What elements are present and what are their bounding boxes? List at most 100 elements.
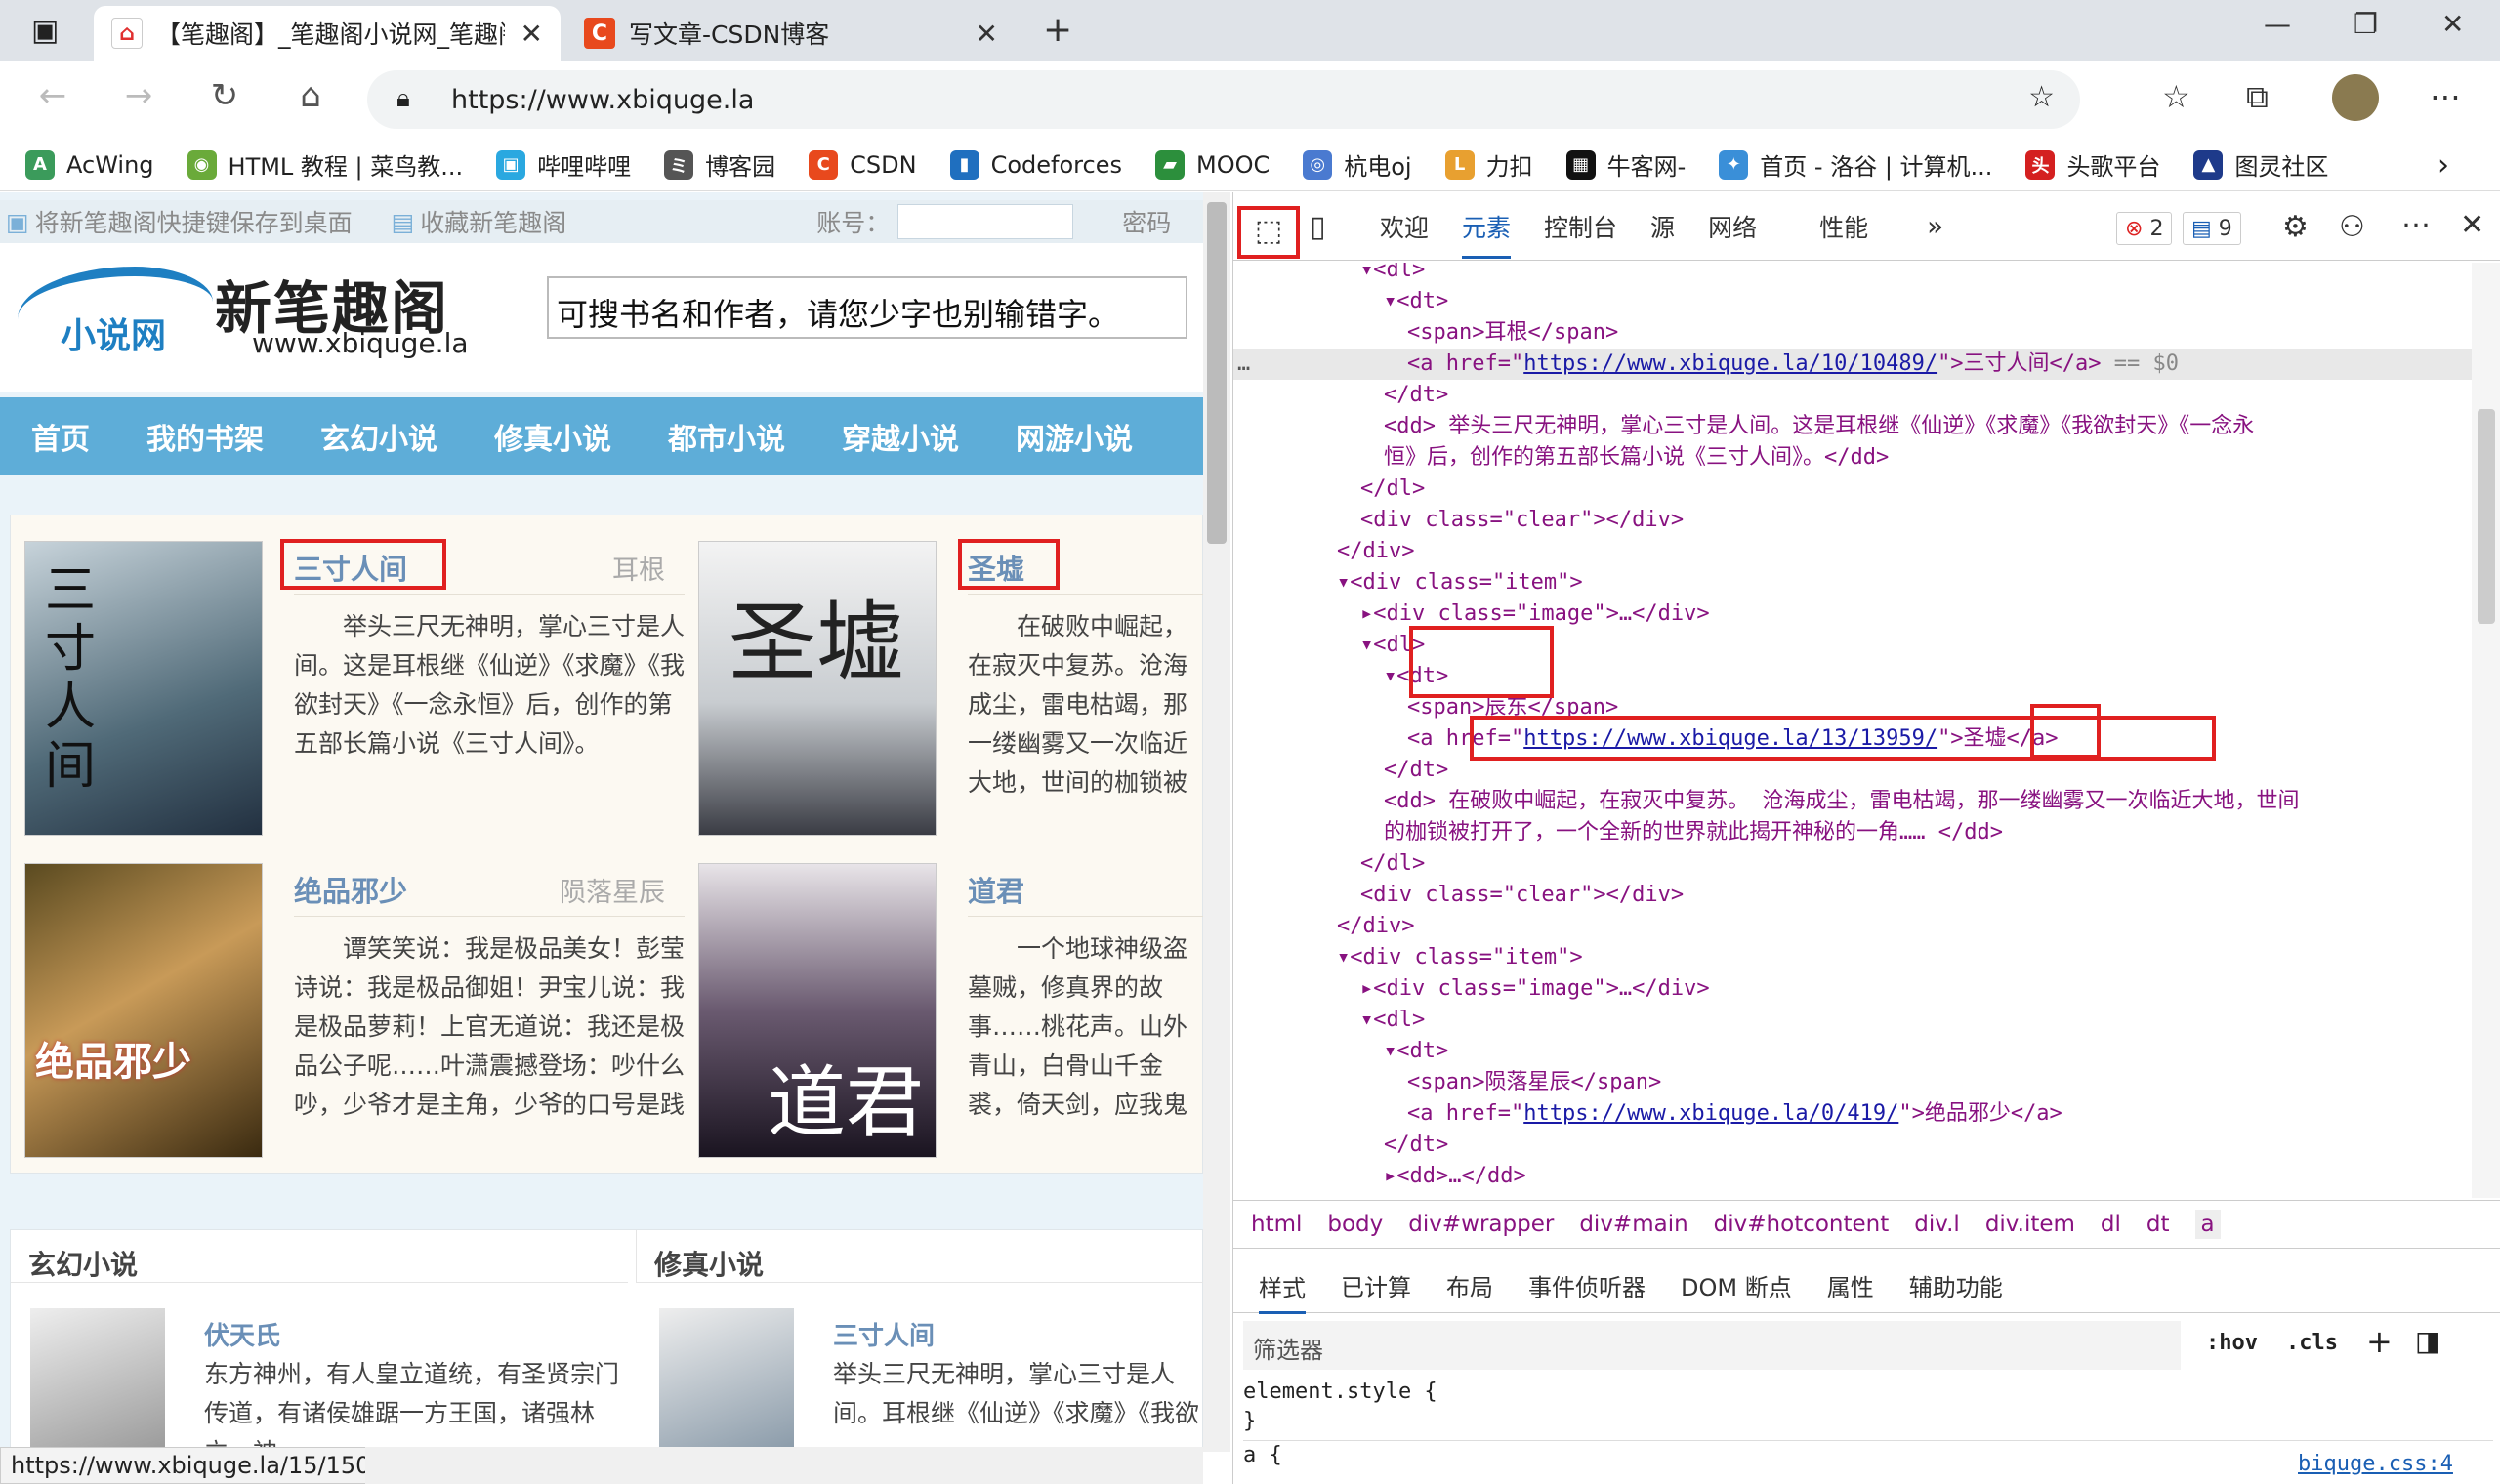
dom-node-line[interactable]: ▾<dl> <box>1233 263 2472 286</box>
dom-node-line[interactable]: <div class="clear"></div> <box>1233 505 2472 536</box>
tab-performance[interactable]: 性能 <box>1819 209 1868 244</box>
dom-node-line[interactable]: 恒》后，创作的第五部长篇小说《三寸人间》。</dd> <box>1233 442 2472 474</box>
dom-node-line[interactable]: <dd> 举头三尺无神明，掌心三寸是人间。这是耳根继《仙逆》《求魔》《我欲封天》… <box>1233 411 2472 442</box>
tab-computed[interactable]: 已计算 <box>1341 1268 1411 1302</box>
dom-node-line[interactable]: </div> <box>1233 911 2472 942</box>
account-input[interactable] <box>897 204 1074 239</box>
dom-node-line[interactable]: <div class="clear"></div> <box>1233 880 2472 911</box>
menu-wangyou[interactable]: 网游小说 <box>1016 415 1133 458</box>
close-tab-icon[interactable]: ✕ <box>960 18 998 50</box>
more-options-icon[interactable]: ⋯ <box>2401 208 2431 242</box>
dom-node-line[interactable]: </dl> <box>1233 474 2472 505</box>
menu-xiuzhen[interactable]: 修真小说 <box>494 415 611 458</box>
dom-node-line[interactable]: ▸<dd>…</dd> <box>1233 1161 2472 1192</box>
scroll-thumb[interactable] <box>2478 409 2495 624</box>
dom-href-link[interactable]: https://www.xbiquge.la/10/10489/ <box>1523 351 1938 376</box>
sidebar-toggle-icon[interactable]: ◨ <box>2415 1325 2440 1357</box>
book-cover[interactable]: 圣墟 <box>698 541 937 836</box>
section-book-title[interactable]: 伏天氏 <box>204 1316 280 1352</box>
add-favorite-link[interactable]: 收藏新笔趣阁 <box>420 204 566 239</box>
dom-scrollbar[interactable] <box>2472 263 2500 1198</box>
breadcrumb-item[interactable]: html <box>1251 1212 1302 1237</box>
bookmark-cnblogs[interactable]: ミ博客园 <box>664 147 775 182</box>
dom-node-line[interactable]: ▾<dt> <box>1233 1036 2472 1067</box>
breadcrumb-item[interactable]: div#wrapper <box>1408 1212 1554 1237</box>
tab-layout[interactable]: 布局 <box>1446 1268 1493 1302</box>
back-button[interactable]: ← <box>29 76 76 115</box>
add-favorite-icon[interactable]: ☆ <box>2028 80 2055 114</box>
dom-node-line[interactable]: ▸<div class="image">…</div> <box>1233 973 2472 1005</box>
bookmark-ituring[interactable]: ▲ 图灵社区 <box>2193 147 2328 182</box>
tab-sources[interactable]: 源 <box>1650 209 1675 244</box>
styles-filter-input[interactable]: 筛选器 <box>1243 1321 2181 1370</box>
refresh-button[interactable]: ↻ <box>201 76 248 115</box>
profile-avatar[interactable] <box>2332 74 2379 121</box>
dom-node-line[interactable]: </div> <box>1233 536 2472 567</box>
breadcrumb-item[interactable]: dt <box>2146 1212 2170 1237</box>
section-title[interactable]: 玄幻小说 <box>11 1230 628 1283</box>
bookmark-educoder[interactable]: 头头歌平台 <box>2025 147 2160 182</box>
home-button[interactable]: ⌂ <box>287 76 334 115</box>
tab-network[interactable]: 网络 <box>1708 209 1757 244</box>
breadcrumb-item[interactable]: div#hotcontent <box>1714 1212 1890 1237</box>
page-h-scrollbar[interactable] <box>365 1447 1203 1484</box>
device-toggle-icon[interactable]: ▯ <box>1310 210 1326 244</box>
section-cover[interactable] <box>30 1308 165 1452</box>
more-icon[interactable]: ⋯ <box>2430 78 2461 115</box>
save-desktop-link[interactable]: 将新笔趣阁快捷键保存到桌面 <box>35 204 353 239</box>
tab-welcome[interactable]: 欢迎 <box>1380 209 1429 244</box>
bookmark-leetcode[interactable]: L 力扣 <box>1444 147 1533 182</box>
book-author[interactable]: 陨落星辰 <box>560 871 665 909</box>
more-tabs-icon[interactable]: » <box>1927 210 1943 242</box>
breadcrumb-item[interactable]: div#main <box>1579 1212 1688 1237</box>
tab-accessibility[interactable]: 辅助功能 <box>1909 1268 2003 1302</box>
close-devtools-icon[interactable]: ✕ <box>2460 208 2484 242</box>
book-cover[interactable]: 道君 <box>698 863 937 1158</box>
browser-tab[interactable]: C 写文章-CSDN博客 ✕ <box>566 6 1016 61</box>
breadcrumb-item[interactable]: body <box>1327 1212 1383 1237</box>
book-author[interactable]: 耳根 <box>612 549 665 587</box>
minimize-button[interactable]: — <box>2264 8 2291 40</box>
dom-node-line[interactable]: ▾<div class="item"> <box>1233 942 2472 973</box>
dom-node-line[interactable]: <span>耳根</span> <box>1233 317 2472 349</box>
dom-node-line[interactable]: </dt> <box>1233 380 2472 411</box>
dom-node-line[interactable]: <span>陨落星辰</span> <box>1233 1067 2472 1098</box>
book-cover[interactable]: 三寸人间 <box>24 541 263 836</box>
breadcrumb-item[interactable]: a <box>2194 1210 2221 1239</box>
cls-toggle[interactable]: .cls <box>2286 1331 2338 1355</box>
page-scrollbar[interactable] <box>1203 192 1230 1452</box>
book-title[interactable]: 道君 <box>968 869 1024 910</box>
site-search-input[interactable]: 可搜书名和作者，请您少字也别输错字。 <box>547 276 1188 339</box>
bookmark-runoob[interactable]: ◉ HTML 教程 | 菜鸟教... <box>187 147 463 182</box>
tab-properties[interactable]: 属性 <box>1827 1268 1874 1302</box>
dom-node-line[interactable]: ▾<dt> <box>1233 286 2472 317</box>
dom-node-line[interactable]: ▾<dl> <box>1233 1005 2472 1036</box>
style-source-link[interactable]: biquge.css:4 <box>2298 1452 2453 1476</box>
restore-button[interactable]: ❐ <box>2354 8 2378 40</box>
tab-console[interactable]: 控制台 <box>1544 209 1617 244</box>
bookmark-codeforces[interactable]: ▮ Codeforces <box>949 149 1122 180</box>
scroll-thumb[interactable] <box>1207 202 1227 544</box>
section-book-title[interactable]: 三寸人间 <box>833 1316 935 1352</box>
hov-toggle[interactable]: :hov <box>2206 1331 2258 1355</box>
dom-node-line[interactable]: <a href="https://www.xbiquge.la/0/419/">… <box>1233 1098 2472 1130</box>
section-title[interactable]: 修真小说 <box>636 1230 1203 1283</box>
menu-dushi[interactable]: 都市小说 <box>668 415 785 458</box>
favorites-icon[interactable]: ☆ <box>2162 78 2190 115</box>
bookmark-bilibili[interactable]: ▣ 哔哩哔哩 <box>496 147 631 182</box>
tab-elements[interactable]: 元素 <box>1462 209 1512 259</box>
dom-href-link[interactable]: https://www.xbiquge.la/0/419/ <box>1523 1101 1898 1126</box>
menu-xuanhuan[interactable]: 玄幻小说 <box>320 415 438 458</box>
tab-actions-icon[interactable]: ▣ <box>31 14 59 48</box>
customize-icon[interactable]: ⚇ <box>2339 210 2365 244</box>
dom-node-line[interactable]: 的枷锁被打开了，一个全新的世界就此揭开神秘的一角…… </dd> <box>1233 817 2472 848</box>
inspect-element-icon[interactable]: ⬚ <box>1237 206 1300 259</box>
book-cover[interactable]: 绝品邪少 <box>24 863 263 1158</box>
address-field[interactable]: 🔒︎ https://www.xbiquge.la ☆ <box>367 70 2080 129</box>
tab-styles[interactable]: 样式 <box>1259 1269 1306 1314</box>
bookmark-nowcoder[interactable]: ▦ 牛客网- <box>1565 147 1686 182</box>
error-badge[interactable]: ⊗ 2 <box>2116 212 2173 245</box>
dom-node-line[interactable]: <dd> 在破败中崛起，在寂灭中复苏。 沧海成尘，雷电枯竭，那一缕幽雾又一次临近… <box>1233 786 2472 817</box>
node-actions-icon[interactable]: … <box>1237 349 1250 380</box>
dom-node-line[interactable]: </dt> <box>1233 1130 2472 1161</box>
